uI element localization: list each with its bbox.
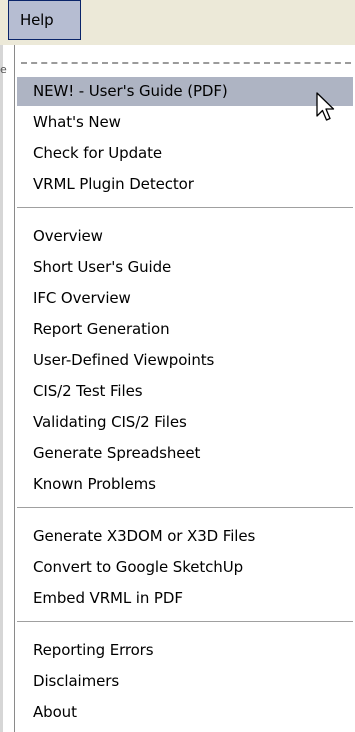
tear-off-line[interactable] [21, 62, 351, 64]
menu-item-known-problems[interactable]: Known Problems [17, 470, 353, 499]
arrow-cursor-icon [316, 92, 335, 121]
menu-separator [17, 207, 353, 209]
menu-item-whats-new[interactable]: What's New [17, 108, 353, 137]
menu-item-convert-to-sketchup[interactable]: Convert to Google SketchUp [17, 553, 353, 582]
menu-item-vrml-plugin-detector[interactable]: VRML Plugin Detector [17, 170, 353, 199]
menu-item-short-users-guide[interactable]: Short User's Guide [17, 253, 353, 282]
menu-item-cis2-test-files[interactable]: CIS/2 Test Files [17, 377, 353, 406]
menu-item-report-generation[interactable]: Report Generation [17, 315, 353, 344]
menu-help[interactable]: Help [8, 0, 81, 40]
menu-item-user-defined-viewpoints[interactable]: User-Defined Viewpoints [17, 346, 353, 375]
menu-separator [17, 507, 353, 509]
menu-item-users-guide-pdf[interactable]: NEW! - User's Guide (PDF) [17, 77, 353, 106]
menu-item-ifc-overview[interactable]: IFC Overview [17, 284, 353, 313]
menu-separator [17, 621, 353, 623]
menu-item-check-for-update[interactable]: Check for Update [17, 139, 353, 168]
menu-bar: Help [0, 0, 355, 45]
menu-item-about[interactable]: About [17, 698, 353, 727]
menu-item-generate-x3dom-x3d[interactable]: Generate X3DOM or X3D Files [17, 522, 353, 551]
help-dropdown-menu: NEW! - User's Guide (PDF) What's New Che… [14, 45, 355, 732]
menu-item-disclaimers[interactable]: Disclaimers [17, 667, 353, 696]
menu-item-embed-vrml-in-pdf[interactable]: Embed VRML in PDF [17, 584, 353, 613]
menu-item-reporting-errors[interactable]: Reporting Errors [17, 636, 353, 665]
clipped-text: e [0, 63, 7, 76]
menu-item-generate-spreadsheet[interactable]: Generate Spreadsheet [17, 439, 353, 468]
window-edge [0, 45, 3, 732]
menu-item-validating-cis2-files[interactable]: Validating CIS/2 Files [17, 408, 353, 437]
menu-item-overview[interactable]: Overview [17, 222, 353, 251]
